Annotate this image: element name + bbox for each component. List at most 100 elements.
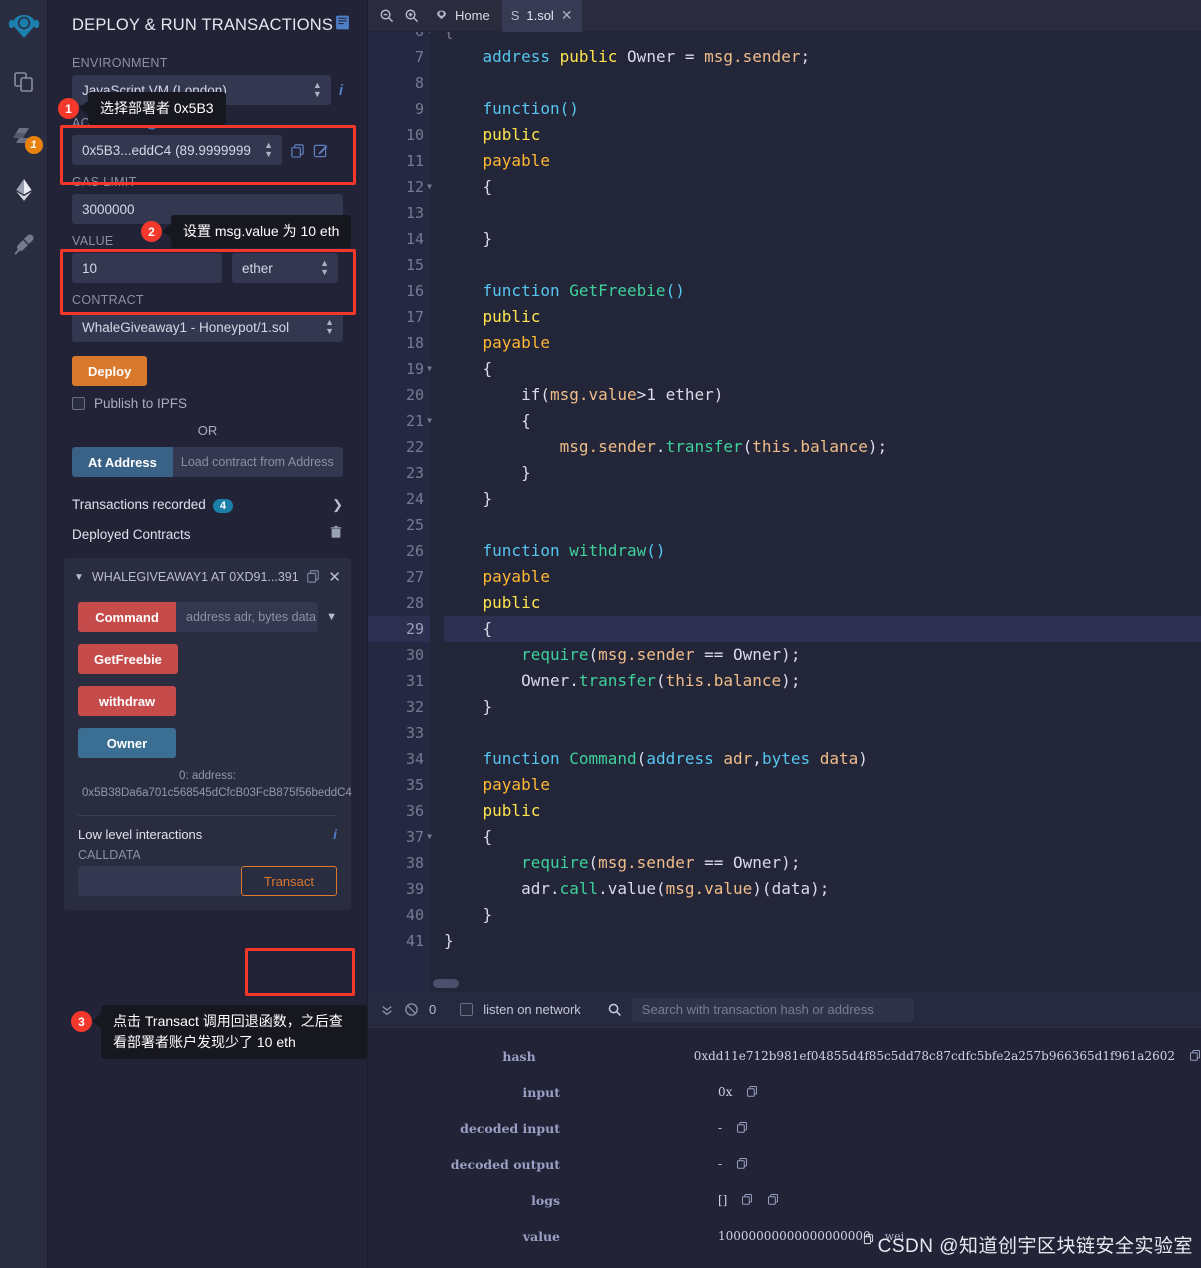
function-button-command[interactable]: Command (78, 602, 176, 632)
deploy-run-icon[interactable] (4, 168, 44, 212)
close-icon[interactable]: ✕ (561, 7, 573, 24)
code-line[interactable] (444, 252, 1201, 278)
code-line[interactable]: function Command(address adr,bytes data) (444, 746, 1201, 772)
copy-icon[interactable] (741, 1193, 753, 1208)
copy-icon[interactable] (736, 1121, 748, 1136)
code-line[interactable]: { (444, 616, 1201, 642)
tab-1-sol-label: 1.sol (526, 8, 554, 23)
function-input-command[interactable]: address adr, bytes data (176, 602, 319, 632)
edit-account-icon[interactable] (313, 143, 328, 158)
at-address-button[interactable]: At Address (72, 447, 173, 477)
code-line[interactable] (444, 512, 1201, 538)
code-lines[interactable]: { address public Owner = msg.sender; fun… (430, 32, 1201, 992)
transactions-recorded-row[interactable]: Transactions recorded 4 ❯ (48, 489, 367, 521)
at-address-input[interactable]: Load contract from Address (172, 447, 343, 477)
line-number: 15 (405, 256, 424, 274)
zoom-in-icon[interactable] (401, 8, 422, 23)
horizontal-scrollbar[interactable] (433, 979, 459, 988)
code-line[interactable]: function() (444, 96, 1201, 122)
left-icon-bar: 1 (0, 0, 48, 1268)
code-line[interactable]: { (444, 356, 1201, 382)
function-button-getfreebie[interactable]: GetFreebie (78, 644, 178, 674)
deploy-button[interactable]: Deploy (72, 356, 148, 386)
docs-icon[interactable] (334, 14, 351, 36)
chevron-down-icon[interactable]: ▼ (74, 572, 84, 583)
line-number: 10 (405, 126, 424, 144)
file-explorer-icon[interactable] (4, 60, 44, 104)
code-line[interactable]: payable (444, 564, 1201, 590)
function-button-withdraw[interactable]: withdraw (78, 686, 176, 716)
code-line[interactable]: function withdraw() (444, 538, 1201, 564)
code-line[interactable]: address public Owner = msg.sender; (444, 44, 1201, 70)
code-line[interactable]: } (444, 486, 1201, 512)
calldata-input[interactable] (78, 866, 241, 897)
callout-step-1-number: 1 (58, 98, 79, 119)
publish-ipfs-row[interactable]: Publish to IPFS (48, 396, 367, 411)
code-line[interactable]: { (444, 174, 1201, 200)
code-line[interactable]: adr.call.value(msg.value)(data); (444, 876, 1201, 902)
code-line[interactable]: Owner.transfer(this.balance); (444, 668, 1201, 694)
close-icon[interactable]: ✕ (328, 568, 341, 586)
copy-icon[interactable] (767, 1193, 779, 1208)
chevron-down-icon[interactable]: ❯ (332, 497, 343, 513)
account-value: 0x5B3...eddC4 (89.9999999 (82, 142, 251, 158)
code-line[interactable]: payable (444, 330, 1201, 356)
code-line[interactable]: { (444, 824, 1201, 850)
account-select[interactable]: 0x5B3...eddC4 (89.9999999 ▲ ▼ (72, 135, 282, 165)
collapse-terminal-icon[interactable] (380, 1003, 394, 1017)
code-line[interactable]: } (444, 226, 1201, 252)
remix-logo-icon[interactable] (4, 6, 44, 50)
code-line[interactable]: payable (444, 772, 1201, 798)
tab-1-sol[interactable]: S 1.sol ✕ (501, 0, 582, 32)
code-line[interactable]: { (444, 408, 1201, 434)
transactions-recorded-group: Transactions recorded 4 (72, 497, 233, 513)
solidity-compiler-icon[interactable]: 1 (4, 114, 44, 158)
copy-icon[interactable] (1189, 1049, 1201, 1064)
code-line[interactable]: public (444, 122, 1201, 148)
code-line[interactable]: public (444, 304, 1201, 330)
listen-on-network-checkbox[interactable] (460, 1003, 474, 1016)
code-line[interactable]: public (444, 590, 1201, 616)
code-line[interactable] (444, 70, 1201, 96)
transaction-detail-value: 0xdd11e712b981ef04855d4f85c5dd78c87cdfc5… (694, 1049, 1201, 1064)
contract-select[interactable]: WhaleGiveaway1 - Honeypot/1.sol ▲ ▼ (72, 312, 343, 342)
publish-ipfs-checkbox[interactable] (72, 397, 85, 410)
code-area[interactable]: 6▼ 7 8 9 10 11 12▼ 13 14 15 16 17 18 19▼ 20 21▼ 22 23 24 25… (368, 32, 1201, 992)
copy-account-icon[interactable] (290, 143, 305, 158)
search-icon[interactable] (607, 1002, 622, 1017)
zoom-out-icon[interactable] (376, 8, 397, 23)
code-line[interactable] (444, 200, 1201, 226)
delete-all-icon[interactable] (329, 525, 343, 544)
line-number: 7 (414, 48, 424, 66)
code-line[interactable]: } (444, 694, 1201, 720)
clear-console-icon[interactable] (404, 1002, 419, 1017)
code-line[interactable]: msg.sender.transfer(this.balance); (444, 434, 1201, 460)
plugin-manager-icon[interactable] (4, 222, 44, 266)
value-unit-select[interactable]: ether ▲ ▼ (232, 253, 338, 283)
environment-info-icon[interactable]: i (339, 82, 343, 99)
code-line[interactable]: } (444, 460, 1201, 486)
copy-icon[interactable] (736, 1157, 748, 1172)
code-line[interactable]: { (444, 32, 1201, 44)
copy-icon[interactable] (746, 1085, 758, 1100)
transact-button[interactable]: Transact (240, 866, 337, 897)
code-line[interactable]: require(msg.sender == Owner); (444, 850, 1201, 876)
code-line[interactable]: } (444, 928, 1201, 954)
copy-address-icon[interactable] (306, 569, 320, 586)
low-level-info-icon[interactable]: i (333, 826, 337, 842)
deploy-row: Deploy (48, 356, 367, 386)
code-line[interactable]: require(msg.sender == Owner); (444, 642, 1201, 668)
line-number: 34 (405, 750, 424, 768)
code-line[interactable]: if(msg.value>1 ether) (444, 382, 1201, 408)
chevron-down-icon[interactable]: ▼ (318, 611, 337, 623)
value-input[interactable]: 10 (72, 253, 222, 283)
code-line[interactable]: } (444, 902, 1201, 928)
code-line[interactable] (444, 720, 1201, 746)
search-input[interactable]: Search with transaction hash or address (631, 997, 914, 1022)
code-line[interactable]: payable (444, 148, 1201, 174)
tab-home[interactable]: Home (426, 8, 498, 23)
deployed-contract-header[interactable]: ▼ WHALEGIVEAWAY1 AT 0XD91...391 ✕ (64, 558, 351, 596)
code-line[interactable]: public (444, 798, 1201, 824)
function-button-owner[interactable]: Owner (78, 728, 176, 758)
code-line[interactable]: function GetFreebie() (444, 278, 1201, 304)
